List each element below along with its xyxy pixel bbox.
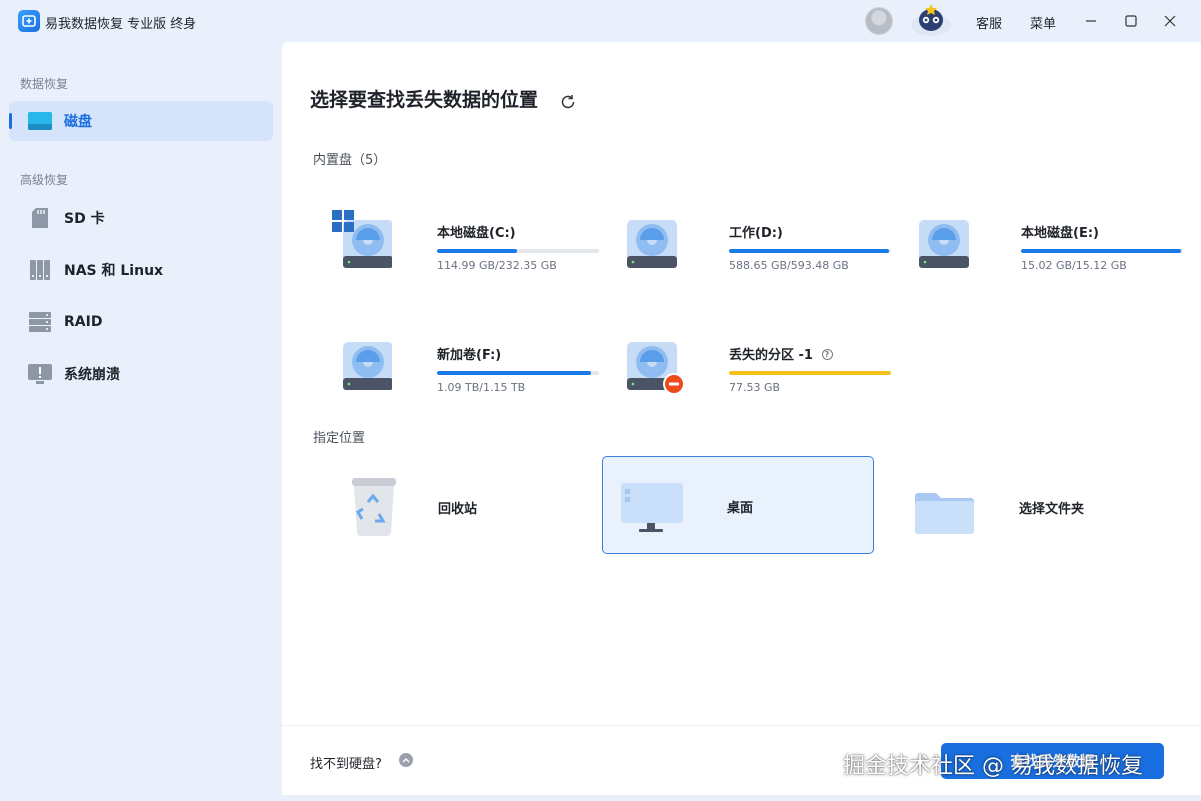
- title-bar: 易我数据恢复 专业版 终身 客服 菜单: [0, 0, 1201, 42]
- drive-f[interactable]: 新加卷(F:) 1.09 TB/1.15 TB: [312, 314, 599, 412]
- maximize-icon: [1125, 15, 1137, 27]
- sidebar-item-label: SD 卡: [64, 211, 105, 227]
- sd-card-icon: [27, 206, 53, 230]
- system-crash-icon: [27, 362, 53, 386]
- specified-location-label: 指定位置: [313, 431, 366, 446]
- disk-icon: [27, 109, 53, 133]
- sidebar-section-advanced-recovery: 高级恢复: [20, 173, 69, 187]
- chevron-up-icon[interactable]: [399, 753, 413, 767]
- internal-drives-label: 内置盘（5）: [313, 153, 387, 168]
- mascot-icon[interactable]: [909, 3, 953, 37]
- close-button[interactable]: [1157, 8, 1183, 34]
- drive-size: 77.53 GB: [729, 381, 781, 394]
- drive-size: 1.09 TB/1.15 TB: [437, 381, 526, 394]
- sidebar-item-nas-linux[interactable]: NAS 和 Linux: [9, 250, 273, 290]
- drive-name: 丢失的分区 -1 ?: [729, 344, 833, 363]
- maximize-button[interactable]: [1118, 8, 1144, 34]
- help-icon[interactable]: ?: [821, 349, 833, 360]
- drive-usage-bar: [729, 249, 891, 253]
- app-title: 易我数据恢复 专业版 终身: [45, 17, 197, 32]
- location-name: 桌面: [727, 501, 754, 516]
- user-avatar[interactable]: [865, 7, 893, 35]
- nas-icon: [27, 258, 53, 282]
- drive-d[interactable]: 工作(D:) 588.65 GB/593.48 GB: [604, 192, 891, 290]
- location-name: 选择文件夹: [1019, 502, 1085, 517]
- drive-name: 工作(D:): [729, 226, 783, 241]
- menu-link[interactable]: 菜单: [1030, 13, 1056, 32]
- drive-size: 114.99 GB/232.35 GB: [437, 259, 557, 272]
- scan-lost-data-button[interactable]: 查找丢失数据: [941, 743, 1164, 779]
- drive-usage-bar: [437, 371, 599, 375]
- minimize-button[interactable]: [1078, 8, 1104, 34]
- location-name: 回收站: [438, 502, 478, 517]
- raid-icon: [27, 310, 53, 334]
- location-recycle-bin[interactable]: 回收站: [313, 457, 585, 555]
- sidebar: 数据恢复 磁盘 高级恢复 SD 卡 NAS 和 Linux RAID 系统崩溃: [0, 42, 281, 801]
- app-logo-icon: [18, 10, 40, 32]
- page-title: 选择要查找丢失数据的位置: [310, 89, 539, 111]
- lost-drive-icon: [624, 332, 685, 395]
- drive-usage-bar: [1021, 249, 1183, 253]
- drive-size: 15.02 GB/15.12 GB: [1021, 259, 1127, 272]
- drive-e[interactable]: 本地磁盘(E:) 15.02 GB/15.12 GB: [896, 192, 1183, 290]
- desktop-icon: [621, 473, 685, 535]
- customer-service-link[interactable]: 客服: [976, 13, 1002, 32]
- close-icon: [1164, 15, 1176, 27]
- location-select-folder[interactable]: 选择文件夹: [894, 457, 1166, 555]
- drive-usage-bar: [437, 249, 599, 253]
- drive-usage-bar: [729, 371, 891, 375]
- sidebar-item-label: NAS 和 Linux: [64, 263, 164, 279]
- sidebar-item-label: 系统崩溃: [64, 367, 120, 383]
- drive-name: 新加卷(F:): [437, 348, 502, 363]
- hard-drive-icon: [624, 210, 684, 272]
- hard-drive-icon: [332, 210, 393, 272]
- sidebar-item-label: RAID: [64, 314, 103, 330]
- minimize-icon: [1086, 20, 1096, 22]
- drive-name: 本地磁盘(E:): [1021, 226, 1099, 241]
- footer-bar: 找不到硬盘? 查找丢失数据: [282, 725, 1201, 795]
- sidebar-item-disk[interactable]: 磁盘: [9, 101, 273, 141]
- sidebar-item-sd-card[interactable]: SD 卡: [9, 198, 273, 238]
- sidebar-section-data-recovery: 数据恢复: [20, 77, 69, 91]
- drive-lost-partition[interactable]: 丢失的分区 -1 ? 77.53 GB: [604, 314, 891, 412]
- hard-drive-icon: [916, 210, 976, 272]
- location-desktop[interactable]: 桌面: [602, 456, 874, 554]
- cant-find-drive-link[interactable]: 找不到硬盘?: [310, 753, 382, 772]
- folder-icon: [913, 474, 977, 536]
- refresh-icon[interactable]: [559, 93, 577, 111]
- sidebar-item-system-crash[interactable]: 系统崩溃: [9, 354, 273, 394]
- sidebar-item-label: 磁盘: [64, 114, 92, 130]
- recycle-bin-icon: [332, 474, 396, 536]
- drive-c[interactable]: 本地磁盘(C:) 114.99 GB/232.35 GB: [312, 192, 599, 290]
- drive-size: 588.65 GB/593.48 GB: [729, 259, 849, 272]
- hard-drive-icon: [332, 332, 393, 394]
- sidebar-item-raid[interactable]: RAID: [9, 302, 273, 342]
- drive-name: 本地磁盘(C:): [437, 226, 516, 241]
- main-panel: 选择要查找丢失数据的位置 内置盘（5） 本地磁盘(C:) 114.99 GB/2…: [282, 42, 1201, 795]
